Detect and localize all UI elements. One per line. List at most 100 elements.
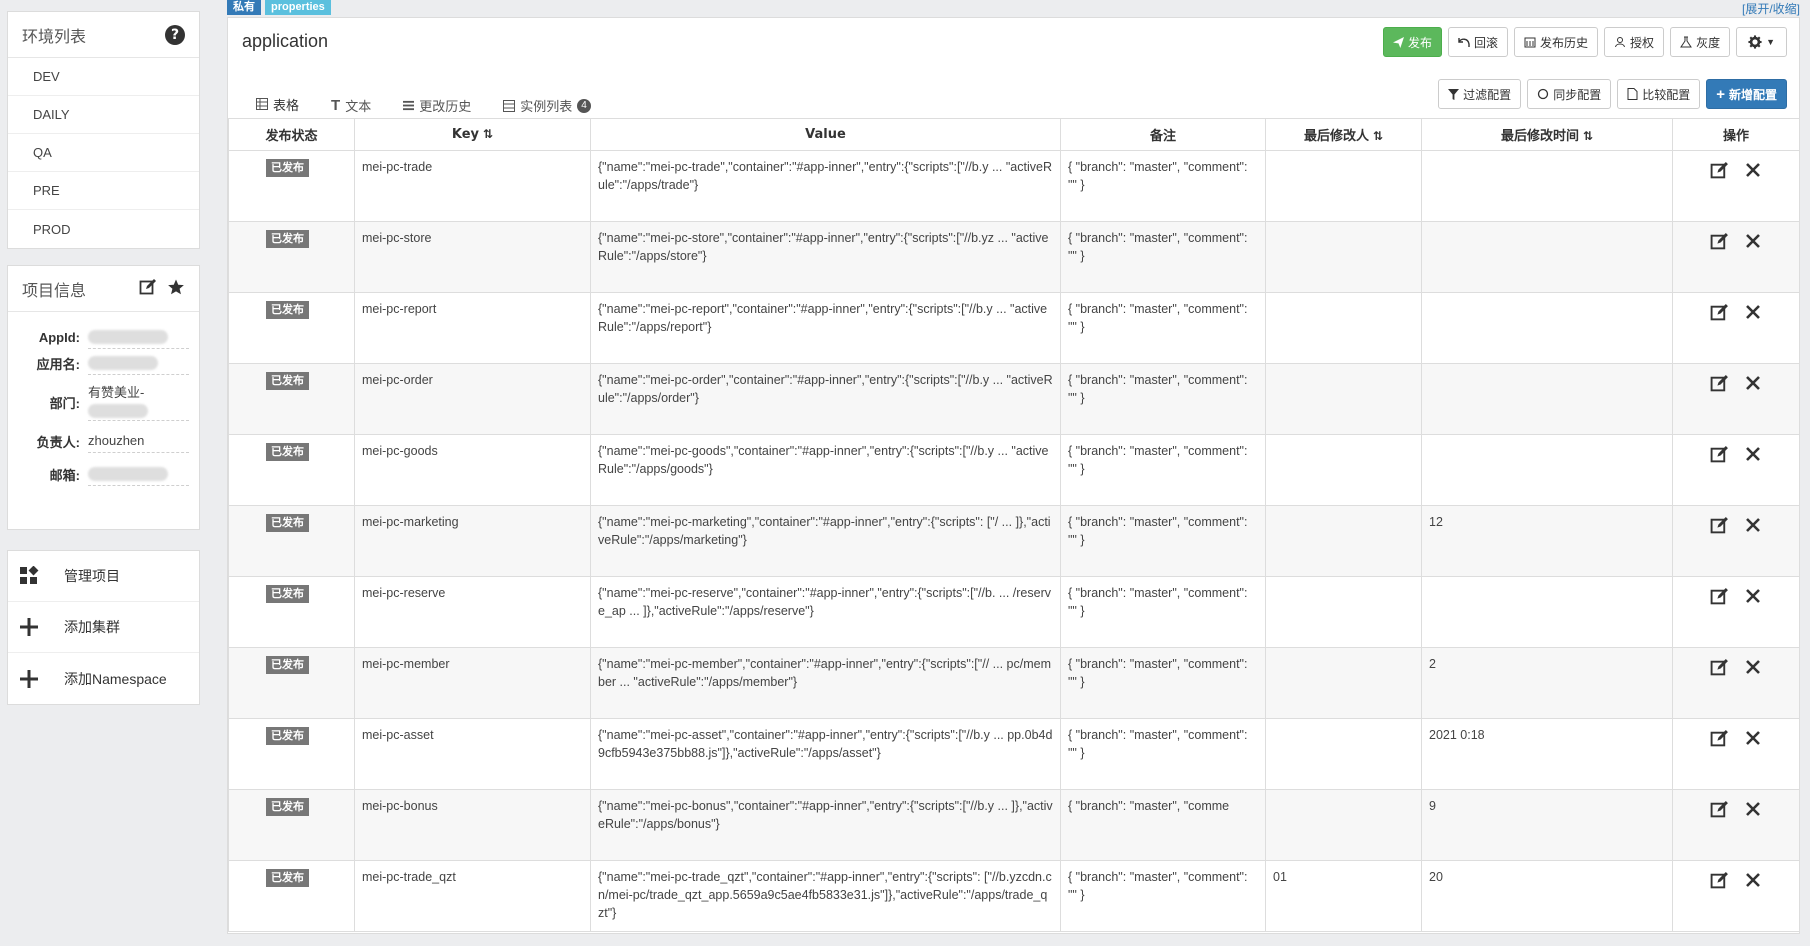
sort-icon[interactable]: ⇅ bbox=[483, 127, 493, 141]
env-item-pre[interactable]: PRE bbox=[8, 172, 199, 210]
edit-icon[interactable] bbox=[1709, 231, 1729, 251]
env-item-daily[interactable]: DAILY bbox=[8, 96, 199, 134]
edit-icon[interactable] bbox=[1709, 302, 1729, 322]
note-text: { "branch": "master", "comme bbox=[1068, 799, 1230, 813]
dept-value: 有赞美业- bbox=[88, 384, 189, 421]
delete-icon[interactable] bbox=[1743, 728, 1763, 748]
project-info-header: 项目信息 bbox=[8, 266, 199, 312]
delete-icon[interactable] bbox=[1743, 302, 1763, 322]
value-cell: {"name":"mei-pc-trade_qzt","container":"… bbox=[590, 860, 1061, 932]
key-cell: mei-pc-member bbox=[354, 647, 591, 719]
owner-value: zhouzhen bbox=[88, 430, 189, 453]
delete-icon[interactable] bbox=[1743, 586, 1763, 606]
status-cell: 已发布 bbox=[228, 647, 355, 719]
key-header[interactable]: Key ⇅ bbox=[354, 118, 591, 151]
delete-icon[interactable] bbox=[1743, 657, 1763, 677]
star-icon[interactable] bbox=[167, 278, 185, 300]
note-cell: { "branch": "master", "comment": "" } bbox=[1060, 647, 1266, 719]
table-row: 已发布 mei-pc-asset {"name":"mei-pc-asset",… bbox=[228, 718, 1800, 790]
tab-change-history[interactable]: 更改历史 bbox=[389, 90, 485, 121]
env-item-prod[interactable]: PROD bbox=[8, 210, 199, 248]
time-header[interactable]: 最后修改时间 ⇅ bbox=[1421, 118, 1673, 151]
tab-text-label: 文本 bbox=[345, 99, 372, 114]
delete-icon[interactable] bbox=[1743, 799, 1763, 819]
sync-config-button[interactable]: 同步配置 bbox=[1527, 79, 1612, 109]
key-cell: mei-pc-reserve bbox=[354, 576, 591, 648]
rollback-button[interactable]: 回滚 bbox=[1448, 27, 1509, 57]
add-config-button[interactable]: + 新增配置 bbox=[1706, 79, 1787, 109]
ops-cell bbox=[1672, 647, 1800, 719]
ops-cell bbox=[1672, 505, 1800, 577]
status-cell: 已发布 bbox=[228, 363, 355, 435]
publish-history-button[interactable]: 发布历史 bbox=[1514, 27, 1599, 57]
sort-icon[interactable]: ⇅ bbox=[1583, 129, 1593, 143]
env-item-qa[interactable]: QA bbox=[8, 134, 199, 172]
edit-icon[interactable] bbox=[1709, 515, 1729, 535]
status-cell: 已发布 bbox=[228, 505, 355, 577]
owner-row: 负责人: zhouzhen bbox=[8, 428, 199, 454]
key-cell: mei-pc-goods bbox=[354, 434, 591, 506]
delete-icon[interactable] bbox=[1743, 870, 1763, 890]
env-list: DEV DAILY QA PRE PROD bbox=[8, 58, 199, 248]
value-cell: {"name":"mei-pc-order","container":"#app… bbox=[590, 363, 1061, 435]
settings-dropdown-button[interactable]: ▼ bbox=[1736, 27, 1787, 57]
status-badge: 已发布 bbox=[266, 514, 309, 532]
delete-icon[interactable] bbox=[1743, 231, 1763, 251]
tab-table[interactable]: 表格 bbox=[242, 90, 314, 121]
add-cluster-item[interactable]: 添加集群 bbox=[8, 602, 199, 653]
grid-icon bbox=[16, 563, 42, 589]
add-namespace-item[interactable]: 添加Namespace bbox=[8, 653, 199, 704]
value-cell: {"name":"mei-pc-reserve","container":"#a… bbox=[590, 576, 1061, 648]
env-item-dev[interactable]: DEV bbox=[8, 58, 199, 96]
tab-text[interactable]: T 文本 bbox=[317, 90, 385, 121]
edit-icon[interactable] bbox=[1709, 373, 1729, 393]
edit-icon[interactable] bbox=[1709, 444, 1729, 464]
edit-icon[interactable] bbox=[1709, 160, 1729, 180]
publish-button[interactable]: 发布 bbox=[1383, 27, 1443, 57]
grant-label: 授权 bbox=[1630, 35, 1655, 50]
add-cluster-label: 添加集群 bbox=[64, 619, 120, 635]
time-cell: 9 bbox=[1421, 789, 1673, 861]
edit-icon[interactable] bbox=[1709, 586, 1729, 606]
value-header: Value bbox=[590, 118, 1061, 151]
status-badge: 已发布 bbox=[266, 443, 309, 461]
compare-config-button[interactable]: 比较配置 bbox=[1617, 79, 1701, 109]
delete-icon[interactable] bbox=[1743, 444, 1763, 464]
edit-icon[interactable] bbox=[1709, 728, 1729, 748]
tab-instances[interactable]: 实例列表 4 bbox=[489, 90, 605, 121]
grant-button[interactable]: 授权 bbox=[1604, 27, 1665, 57]
expand-collapse-link[interactable]: [展开/收缩] bbox=[1742, 0, 1800, 17]
note-text: { "branch": "master", "comment": "" } bbox=[1068, 160, 1248, 192]
time-cell: 20 bbox=[1421, 860, 1673, 932]
edit-icon[interactable] bbox=[1709, 799, 1729, 819]
filter-config-button[interactable]: 过滤配置 bbox=[1438, 79, 1522, 109]
delete-icon[interactable] bbox=[1743, 373, 1763, 393]
caret-down-icon: ▼ bbox=[1766, 37, 1775, 47]
text-icon: T bbox=[331, 97, 341, 114]
modifier-cell bbox=[1265, 434, 1422, 506]
time-header-label: 最后修改时间 bbox=[1500, 129, 1579, 144]
modifier-cell bbox=[1265, 576, 1422, 648]
edit-icon[interactable] bbox=[1709, 870, 1729, 890]
delete-icon[interactable] bbox=[1743, 160, 1763, 180]
ops-cell bbox=[1672, 363, 1800, 435]
delete-icon[interactable] bbox=[1743, 515, 1763, 535]
gear-icon bbox=[1748, 35, 1762, 49]
edit-icon[interactable] bbox=[139, 278, 157, 300]
ops-cell bbox=[1672, 434, 1800, 506]
gray-release-button[interactable]: 灰度 bbox=[1670, 27, 1731, 57]
manage-project-item[interactable]: 管理项目 bbox=[8, 551, 199, 602]
namespace-tags: 私有 properties bbox=[227, 0, 331, 15]
note-cell: { "branch": "master", "comment": "" } bbox=[1060, 576, 1266, 648]
namespace-panel: application 发布 回滚 发布历史 授权 灰度 ▼ 表格 T 文本 更… bbox=[227, 17, 1800, 934]
add-config-label: 新增配置 bbox=[1728, 87, 1777, 102]
help-icon[interactable]: ? bbox=[165, 24, 185, 45]
value-text: {"name":"mei-pc-bonus","container":"#app… bbox=[598, 799, 1053, 831]
key-header-label: Key bbox=[451, 127, 480, 142]
filter-config-label: 过滤配置 bbox=[1463, 87, 1512, 102]
sort-icon[interactable]: ⇅ bbox=[1373, 129, 1383, 143]
env-panel-title: 环境列表 bbox=[22, 26, 87, 46]
modifier-header[interactable]: 最后修改人 ⇅ bbox=[1265, 118, 1422, 151]
value-text: {"name":"mei-pc-store","container":"#app… bbox=[598, 231, 1049, 263]
edit-icon[interactable] bbox=[1709, 657, 1729, 677]
